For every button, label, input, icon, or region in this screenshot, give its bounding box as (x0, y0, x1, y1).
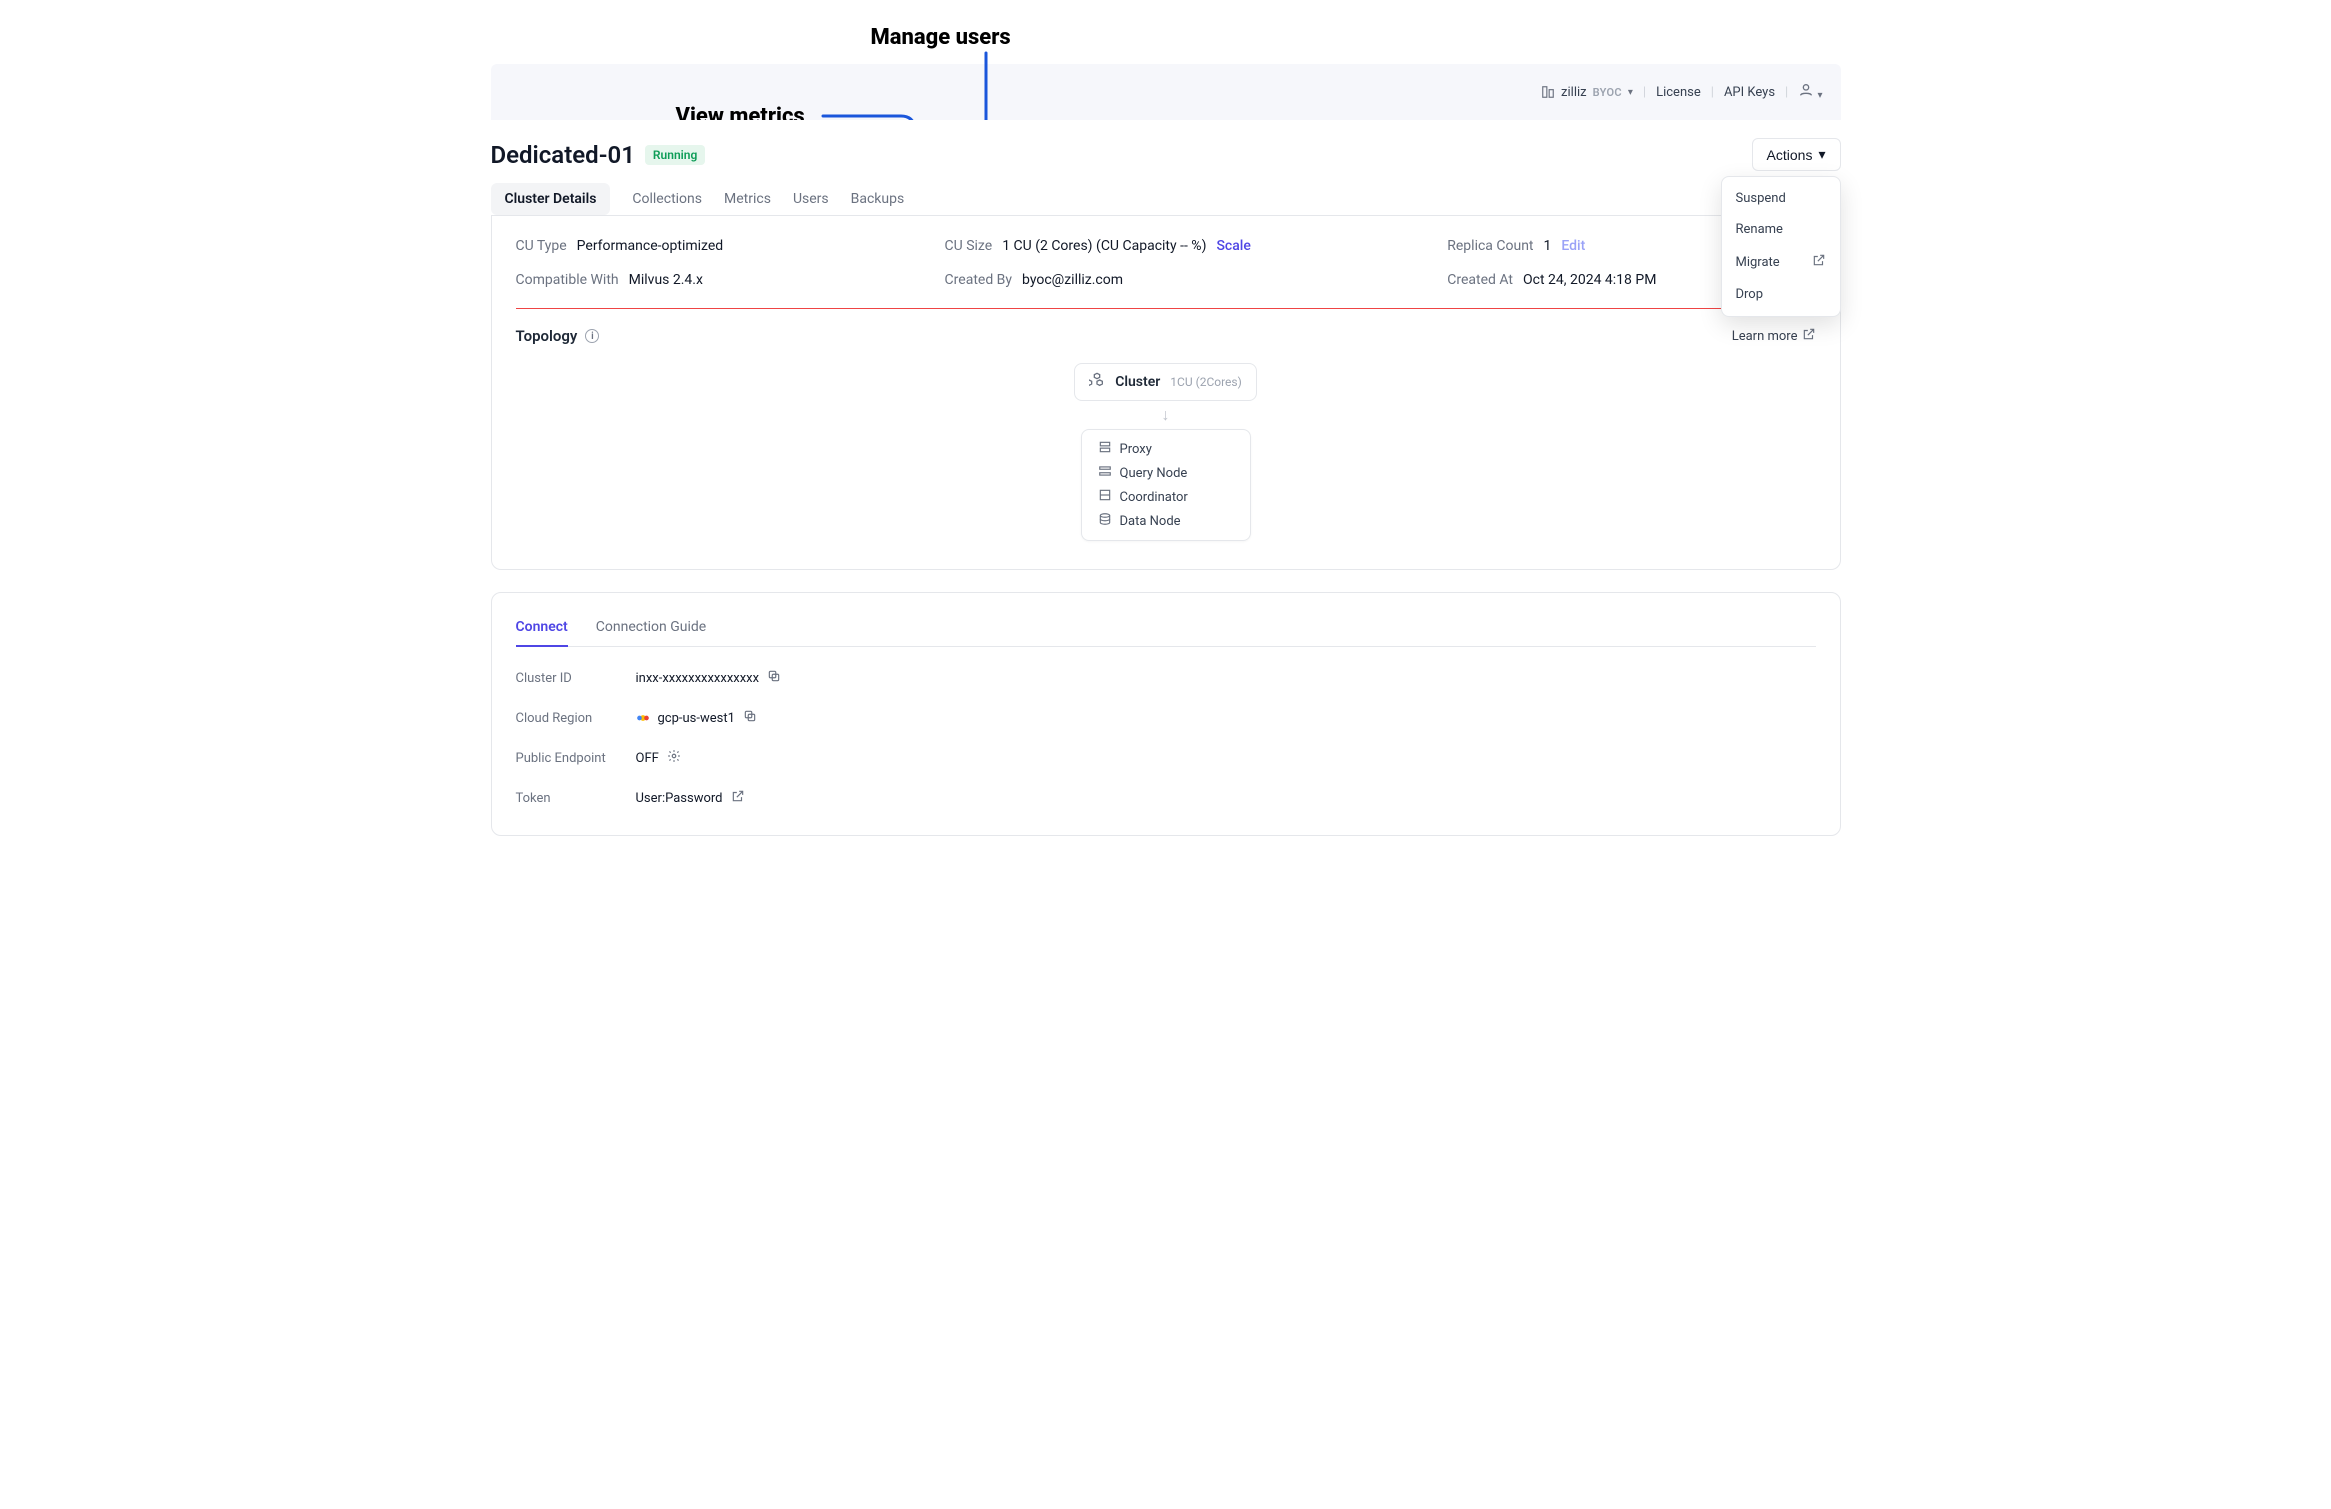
action-drop[interactable]: Drop (1722, 279, 1840, 310)
separator: | (1785, 85, 1788, 100)
copy-icon[interactable] (743, 709, 757, 727)
tab-collections[interactable]: Collections (632, 183, 702, 215)
edit-replica-link[interactable]: Edit (1561, 238, 1585, 254)
tab-backups[interactable]: Backups (851, 183, 905, 215)
separator: | (1643, 85, 1646, 100)
tab-cluster-details[interactable]: Cluster Details (491, 183, 611, 215)
org-picker[interactable]: zilliz BYOC ▾ (1541, 85, 1633, 100)
replica-count-value: 1 (1544, 238, 1552, 254)
created-by-label: Created By (945, 272, 1012, 288)
chevron-down-icon: ▾ (1628, 87, 1633, 98)
topology-diagram: Cluster 1CU (2Cores) ↓ Proxy Query Node (516, 363, 1816, 541)
gear-icon[interactable] (667, 749, 681, 767)
cluster-node-label: Cluster (1115, 374, 1160, 390)
learn-more-link[interactable]: Learn more (1732, 327, 1816, 345)
cluster-details-card: CU Type Performance-optimized CU Size 1 … (491, 216, 1841, 570)
user-menu[interactable]: ▾ (1798, 82, 1822, 102)
cluster-title: Dedicated-01 (491, 141, 635, 169)
public-endpoint-label: Public Endpoint (516, 751, 636, 766)
token-label: Token (516, 791, 636, 806)
created-at-label: Created At (1447, 272, 1513, 288)
node-label: Query Node (1120, 466, 1188, 481)
api-keys-link[interactable]: API Keys (1724, 85, 1775, 100)
tab-users[interactable]: Users (793, 183, 829, 215)
cloud-region-value: gcp-us-west1 (658, 711, 735, 726)
action-migrate[interactable]: Migrate (1722, 245, 1840, 279)
gcp-icon (636, 711, 650, 725)
action-label: Migrate (1736, 255, 1780, 270)
node-data: Data Node (1098, 512, 1234, 530)
tab-connect[interactable]: Connect (516, 609, 568, 647)
created-at-value: Oct 24, 2024 4:18 PM (1523, 272, 1656, 288)
query-node-icon (1098, 464, 1112, 482)
action-label: Suspend (1736, 191, 1786, 206)
cluster-id-label: Cluster ID (516, 671, 636, 686)
chevron-down-icon: ▾ (1817, 90, 1822, 101)
cluster-id-value: inxx-xxxxxxxxxxxxxxx (636, 671, 760, 686)
action-rename[interactable]: Rename (1722, 214, 1840, 245)
external-link-icon (1812, 253, 1826, 271)
topology-nodes-box: Proxy Query Node Coordinator Data N (1081, 429, 1251, 541)
replica-count-label: Replica Count (1447, 238, 1533, 254)
cu-type-label: CU Type (516, 238, 567, 254)
compatible-value: Milvus 2.4.x (629, 272, 703, 288)
node-proxy: Proxy (1098, 440, 1234, 458)
cluster-tabs: Cluster Details Collections Metrics User… (491, 183, 1841, 216)
license-link[interactable]: License (1656, 85, 1701, 100)
cluster-node-sub: 1CU (2Cores) (1170, 375, 1242, 389)
compatible-label: Compatible With (516, 272, 619, 288)
coordinator-icon (1098, 488, 1112, 506)
org-name: zilliz (1561, 85, 1587, 100)
actions-button-label: Actions (1767, 147, 1813, 163)
annotation-manage-users: Manage users (871, 25, 1011, 50)
tab-metrics[interactable]: Metrics (724, 183, 771, 215)
divider (516, 308, 1816, 309)
cu-type-value: Performance-optimized (577, 238, 724, 254)
org-badge: BYOC (1593, 86, 1622, 99)
status-badge: Running (645, 145, 705, 165)
node-label: Coordinator (1120, 490, 1188, 505)
cloud-region-label: Cloud Region (516, 711, 636, 726)
arrow-down-icon: ↓ (1162, 405, 1170, 425)
chevron-down-icon: ▾ (1818, 146, 1825, 163)
learn-more-label: Learn more (1732, 329, 1798, 344)
connect-card: Connect Connection Guide Cluster ID inxx… (491, 592, 1841, 836)
connect-tabs: Connect Connection Guide (516, 609, 1816, 647)
info-icon[interactable]: i (585, 329, 599, 343)
action-label: Drop (1736, 287, 1764, 302)
cu-size-value: 1 CU (2 Cores) (CU Capacity -- %) (1002, 238, 1206, 254)
topology-cluster-node: Cluster 1CU (2Cores) (1074, 363, 1257, 401)
action-suspend[interactable]: Suspend (1722, 183, 1840, 214)
external-link-icon (1802, 327, 1816, 345)
data-node-icon (1098, 512, 1112, 530)
node-label: Data Node (1120, 514, 1181, 529)
node-coordinator: Coordinator (1098, 488, 1234, 506)
tab-connection-guide[interactable]: Connection Guide (596, 609, 706, 646)
actions-button[interactable]: Actions ▾ (1752, 138, 1841, 171)
cluster-icon (1089, 372, 1105, 392)
token-value: User:Password (636, 791, 723, 806)
external-link-icon[interactable] (731, 789, 745, 807)
public-endpoint-value: OFF (636, 751, 659, 766)
actions-menu: Suspend Rename Migrate Drop (1721, 176, 1841, 317)
created-by-value: byoc@zilliz.com (1022, 272, 1123, 288)
scale-link[interactable]: Scale (1216, 238, 1250, 254)
node-query: Query Node (1098, 464, 1234, 482)
cu-size-label: CU Size (945, 238, 993, 254)
proxy-icon (1098, 440, 1112, 458)
separator: | (1711, 85, 1714, 100)
node-label: Proxy (1120, 442, 1152, 457)
topology-title: Topology (516, 327, 578, 345)
copy-icon[interactable] (767, 669, 781, 687)
action-label: Rename (1736, 222, 1783, 237)
